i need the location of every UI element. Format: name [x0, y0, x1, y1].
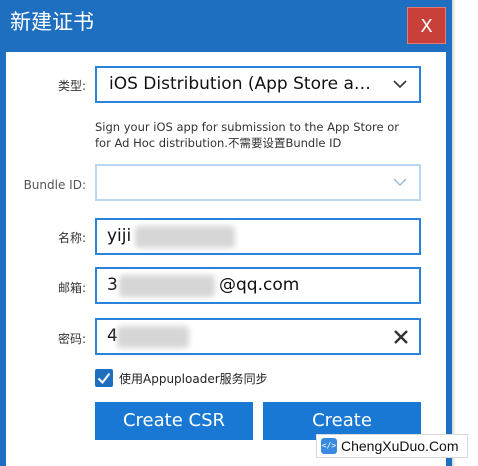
chevron-down-icon [393, 80, 407, 89]
password-input[interactable]: 4 [95, 318, 421, 355]
new-certificate-dialog: 新建证书 X 类型: iOS Distribution (App Store a… [0, 0, 452, 466]
sync-checkbox[interactable] [95, 369, 113, 387]
title-bar[interactable]: 新建证书 X [0, 0, 452, 52]
bundle-id-label: Bundle ID: [23, 178, 86, 192]
watermark-text: ChengXuDuo.Com [341, 438, 459, 454]
create-csr-button[interactable]: Create CSR [95, 402, 253, 440]
name-input[interactable]: yiji [95, 218, 421, 255]
email-value-suffix: @qq.com [219, 275, 300, 295]
name-value: yiji [107, 226, 132, 246]
window-shadow [452, 0, 456, 466]
type-hint-text: Sign your iOS app for submission to the … [95, 120, 400, 150]
redaction-blur [117, 326, 189, 348]
type-select[interactable]: iOS Distribution (App Store and Ad Hoc) [95, 66, 421, 103]
email-label: 邮箱: [57, 281, 86, 295]
redaction-blur [135, 226, 235, 248]
clear-icon[interactable] [393, 329, 409, 345]
close-button[interactable]: X [407, 7, 446, 44]
name-label: 名称: [57, 231, 86, 245]
dialog-title: 新建证书 [10, 10, 94, 34]
email-input[interactable]: 3 @qq.com [95, 267, 421, 304]
form-panel: 类型: iOS Distribution (App Store and Ad H… [6, 52, 446, 466]
type-select-value: iOS Distribution (App Store and Ad Hoc) [109, 74, 379, 94]
bundle-id-select[interactable] [95, 164, 421, 201]
watermark-badge: </> ChengXuDuo.Com [316, 434, 468, 458]
password-label: 密码: [57, 332, 86, 346]
type-label: 类型: [57, 79, 86, 93]
email-value-prefix: 3 [107, 275, 118, 295]
redaction-blur [119, 275, 215, 297]
chevron-down-icon [393, 178, 407, 186]
background-strip [452, 0, 478, 466]
sync-checkbox-label: 使用Appuploader服务同步 [119, 372, 268, 386]
code-icon: </> [321, 438, 337, 454]
checkmark-icon [97, 372, 111, 385]
